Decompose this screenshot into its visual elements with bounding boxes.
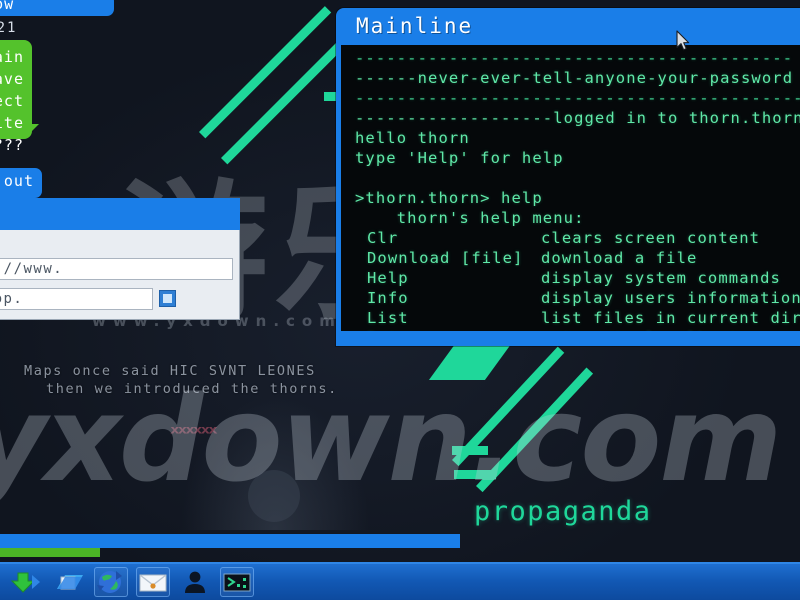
help-command: List (367, 309, 409, 327)
chat-bubble-incoming-top: ack now (0, 0, 114, 16)
chat-bubble-bottom-text: d out (0, 172, 34, 190)
taskbar-contacts-icon[interactable] (178, 567, 212, 597)
help-command: Info (367, 289, 409, 307)
terminal-spacer (355, 168, 800, 188)
taskbar-files-icon[interactable] (52, 567, 86, 597)
taskbar-browser-icon[interactable] (94, 567, 128, 597)
help-menu-row: Clr clears screen content (355, 228, 800, 248)
help-menu-row: Help display system commands (355, 268, 800, 288)
mainline-terminal-screen[interactable]: ----------------------------------------… (341, 45, 800, 331)
chat-bubble-top-text: ack now (0, 0, 15, 13)
help-menu-row: Return return to localhost (355, 328, 800, 331)
background-window-statusbar (0, 534, 460, 548)
browser-icon (97, 571, 122, 593)
find-input[interactable]: thorn.bp. (0, 288, 153, 310)
help-command: Return (355, 328, 541, 331)
wallpaper-silhouette-head (248, 470, 300, 522)
terminal-prompt-echo: >thorn.thorn> help (355, 189, 543, 207)
taskbar (0, 562, 800, 600)
url-input-value: http://www. (0, 261, 64, 277)
wallpaper-tagline-line1: Maps once said HIC SVNT LEONES (24, 363, 316, 379)
help-command: Help (367, 269, 409, 287)
chat-bubble-outgoing-text: explain n't have e direct his site yet??… (0, 48, 24, 154)
help-description: return to localhost (541, 328, 739, 331)
help-description: download a file (541, 249, 698, 267)
find-input-value: thorn.bp. (0, 291, 24, 307)
help-menu-row: List list files in current dir (355, 308, 800, 328)
help-menu-row: Download [file] download a file (355, 248, 800, 268)
wallpaper-scribble: xxxxxx (170, 422, 218, 437)
taskbar-mail-icon[interactable] (136, 567, 170, 597)
browser-titlebar: eren (0, 198, 240, 230)
wallpaper-tagline-line2: then we introduced the thorns. (46, 381, 338, 397)
help-description: list files in current dir (541, 309, 800, 327)
browser-window[interactable]: eren http://www. thorn.bp. (0, 198, 240, 320)
chat-bubble-incoming-bottom: d out (0, 168, 42, 198)
terminal-banner-line: ----------------------------------------… (355, 49, 794, 67)
help-description: clears screen content (541, 229, 761, 247)
chat-bubble-outgoing: explain n't have e direct his site yet??… (0, 40, 39, 154)
go-button[interactable] (159, 290, 176, 307)
help-description: display users information (541, 289, 800, 307)
terminal-icon (223, 573, 251, 592)
taskbar-terminal-icon[interactable] (220, 567, 254, 597)
contacts-icon (185, 571, 205, 593)
files-icon (57, 575, 83, 590)
mail-icon (139, 574, 167, 592)
mainline-window[interactable]: Mainline -------------------------------… (336, 8, 800, 346)
terminal-greeting-line: hello thorn (355, 129, 470, 147)
mainline-titlebar: Mainline (356, 14, 474, 38)
chat-timestamp-1: // 19:21 (0, 20, 18, 36)
download-icon (10, 572, 40, 593)
chat-window[interactable]: ack now // 19:21 explain n't have e dire… (0, 0, 114, 230)
progress-bar (0, 548, 100, 557)
help-command: Download [file] (367, 249, 524, 267)
desktop-root: Maps once said HIC SVNT LEONES then we in… (0, 0, 800, 600)
url-input[interactable]: http://www. (0, 258, 233, 280)
help-description: display system commands (541, 269, 781, 287)
chat-bubble-tail (30, 124, 39, 133)
terminal-banner-line: ------never-ever-tell-anyone-your-passwo… (355, 69, 794, 87)
terminal-banner-line: -------------------logged in to thorn.th… (355, 109, 800, 127)
terminal-help-header: thorn's help menu: (355, 209, 585, 227)
wallpaper-tagline: Maps once said HIC SVNT LEONES then we in… (24, 362, 338, 398)
taskbar-download-icon[interactable] (10, 567, 44, 597)
terminal-banner-line: ----------------------------------------… (355, 89, 800, 107)
browser-body: http://www. thorn.bp. (0, 230, 240, 320)
mouse-cursor (676, 30, 690, 51)
propaganda-label: propaganda (474, 496, 652, 527)
help-menu-row: Info display users information (355, 288, 800, 308)
terminal-greeting-line: type 'Help' for help (355, 149, 564, 167)
help-command: Clr (367, 229, 399, 247)
